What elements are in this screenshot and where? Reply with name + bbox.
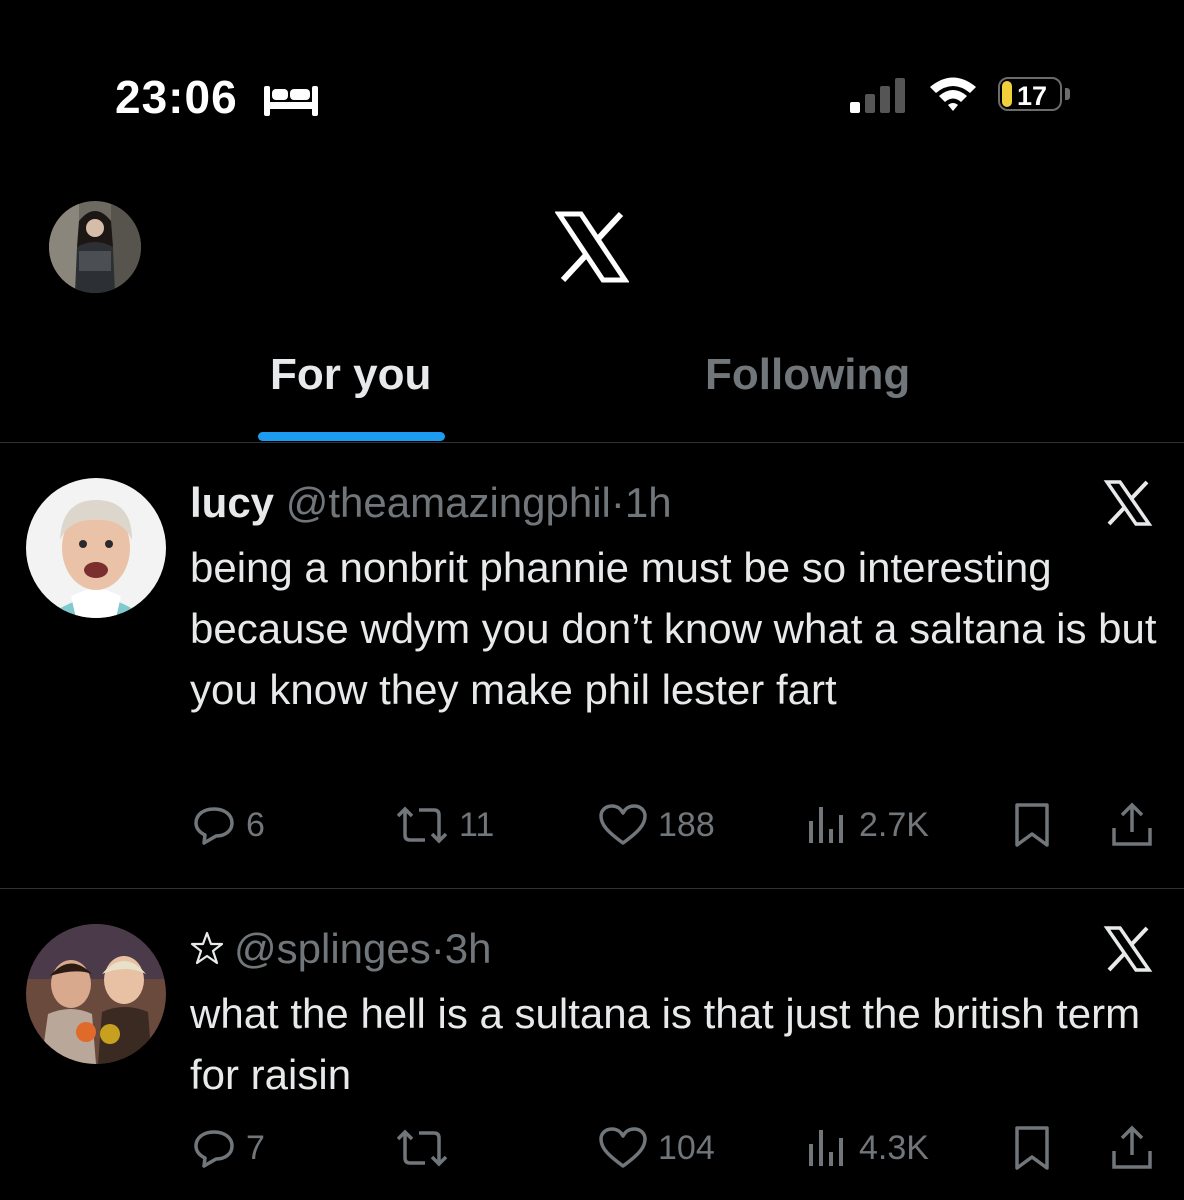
reply-button[interactable]: 6 [192,800,265,850]
reply-icon [194,1130,234,1168]
battery-level: 17 [1016,81,1048,111]
tweet-text: being a nonbrit phannie must be so inter… [190,544,1157,713]
profile-avatar[interactable] [49,201,141,293]
heart-icon [599,804,647,845]
reply-icon [194,807,234,845]
grok-x-icon[interactable] [1103,478,1153,528]
heart-icon [599,1127,647,1168]
battery-indicator: 17 [998,77,1072,113]
tweet-author-handle[interactable]: @splinges [234,925,431,972]
share-icon[interactable] [1110,1123,1154,1173]
like-count: 104 [658,1128,715,1167]
views-count: 2.7K [859,805,929,844]
wifi-icon [930,77,976,111]
tweet-actions: 7 104 4.3K [0,1123,1184,1173]
like-button[interactable]: 104 [598,1123,715,1173]
views-count: 4.3K [859,1128,929,1167]
tweet-actions: 6 11 188 2.7K [0,800,1184,850]
like-button[interactable]: 188 [598,800,715,850]
reply-count: 7 [246,1128,265,1167]
repost-icon [396,1129,448,1167]
tab-following[interactable]: Following [705,350,910,400]
share-icon[interactable] [1110,800,1154,850]
tweet[interactable]: @splinges·3h what the hell is a sultana … [0,889,1184,1200]
bed-icon [264,86,318,116]
grok-x-icon[interactable] [1103,924,1153,974]
repost-button[interactable]: 11 [395,800,494,850]
tweet-author-name[interactable]: lucy [190,479,274,526]
repost-count: 11 [459,805,495,844]
active-tab-indicator [258,432,445,441]
repost-icon [396,806,448,844]
cellular-signal-icon [850,78,905,113]
like-count: 188 [658,805,715,844]
views-button[interactable]: 4.3K [805,1123,929,1173]
tweet-timestamp[interactable]: 1h [625,479,672,526]
separator-dot: · [610,479,625,526]
tweet-avatar[interactable] [26,924,166,1064]
status-bar: 23:06 17 [0,0,1184,150]
views-button[interactable]: 2.7K [805,800,929,850]
bookmark-icon[interactable] [1012,1123,1052,1173]
tweet-avatar[interactable] [26,478,166,618]
tweet[interactable]: lucy @theamazingphil·1h being a nonbrit … [0,443,1184,889]
reply-count: 6 [246,805,265,844]
x-logo-icon[interactable] [555,210,629,284]
tweet-header: @splinges·3h [190,925,491,973]
reply-button[interactable]: 7 [192,1123,265,1173]
star-icon [190,931,224,965]
status-time: 23:06 [115,71,238,123]
timeline-tabs: For you Following [0,330,1184,443]
tweet-timestamp[interactable]: 3h [445,925,492,972]
tweet-author-handle[interactable]: @theamazingphil [286,479,611,526]
tab-for-you[interactable]: For you [270,350,431,400]
views-icon [809,1130,843,1166]
bookmark-icon[interactable] [1012,800,1052,850]
views-icon [809,807,843,843]
tweet-text: what the hell is a sultana is that just … [190,990,1141,1098]
repost-button[interactable] [395,1123,449,1173]
separator-dot: · [430,925,445,972]
tweet-header: lucy @theamazingphil·1h [190,479,672,527]
